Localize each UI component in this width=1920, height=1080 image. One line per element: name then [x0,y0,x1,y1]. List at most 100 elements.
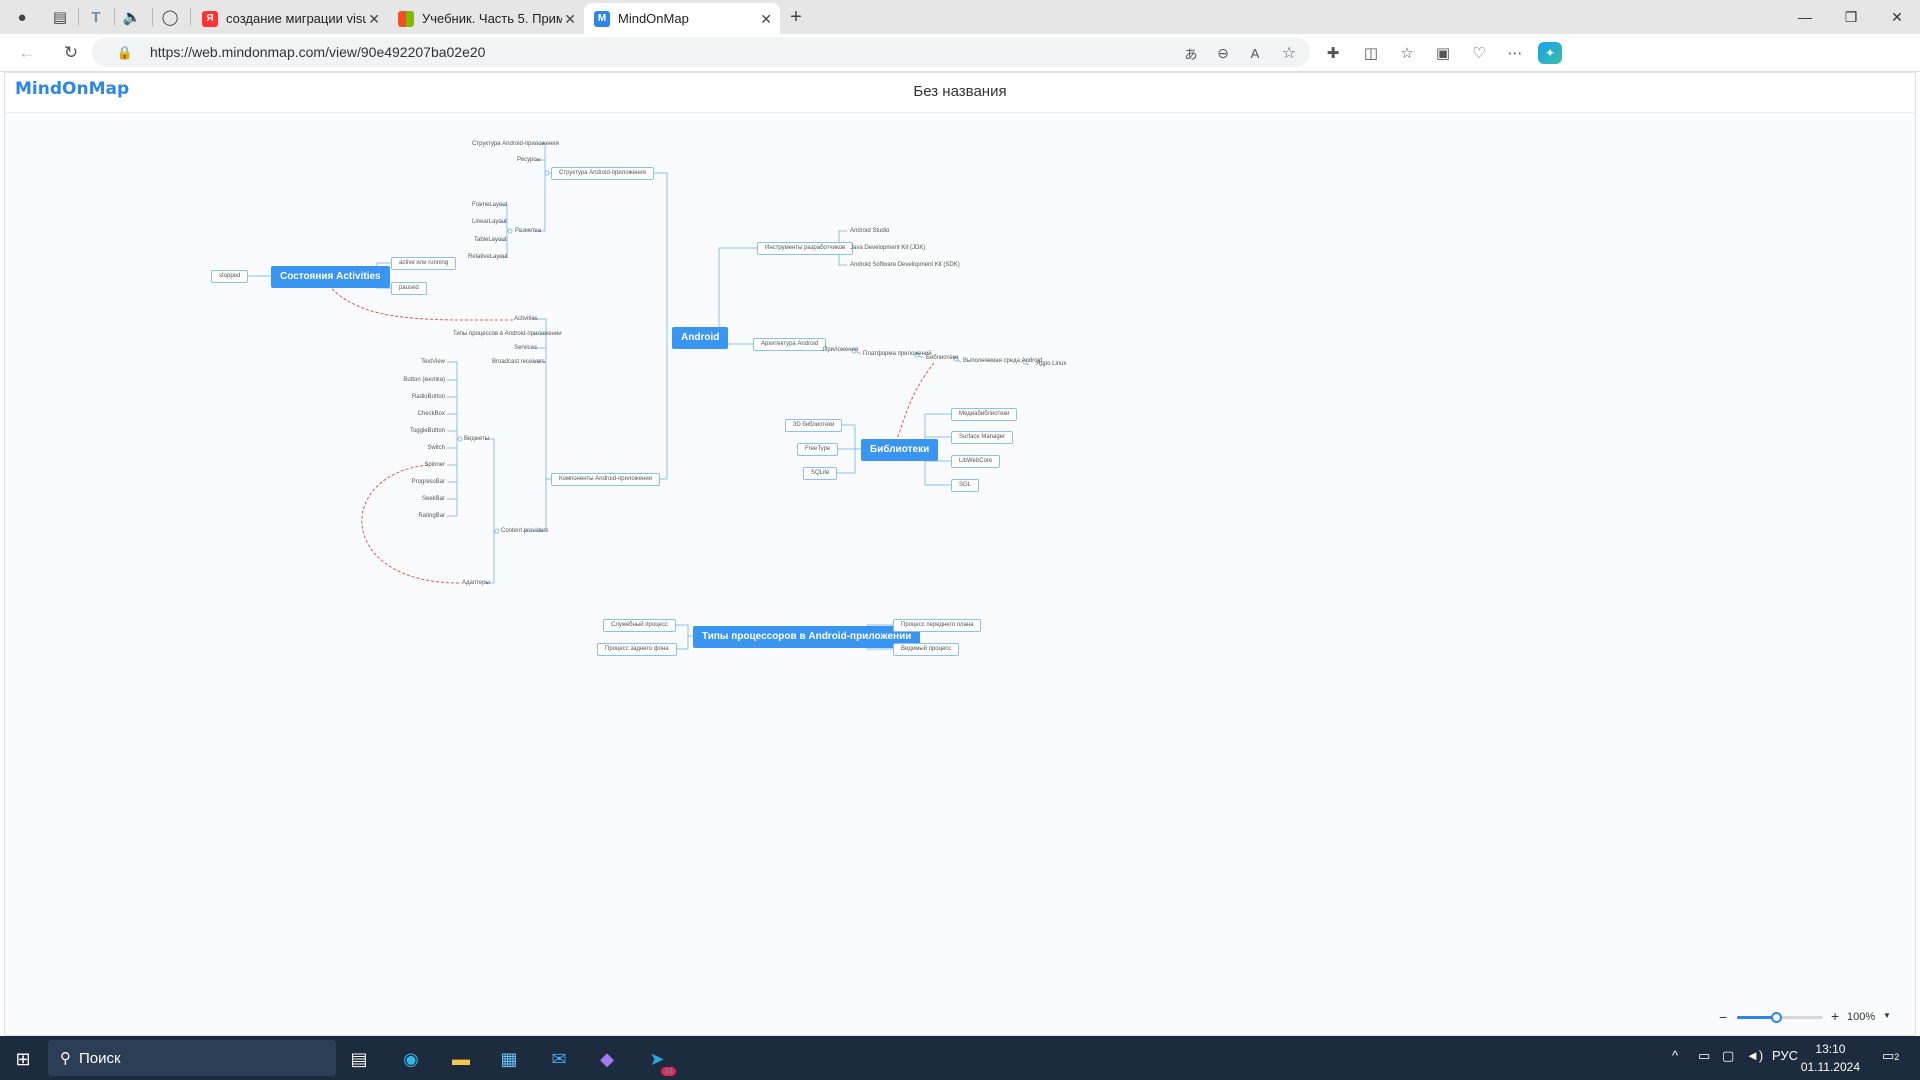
node-components[interactable]: Компоненты Android-приложения [551,473,660,486]
node-jdk[interactable]: Java Development Kit (JDK) [850,243,925,253]
node-structure[interactable]: Структура Android-приложения [551,167,654,180]
node-widgets[interactable]: Виджеты [464,434,489,444]
node-process-types[interactable]: Типы процессоров в Android-приложении [693,626,921,648]
notification-icon[interactable]: ▭2 [1882,1048,1899,1064]
node-lib-freetype[interactable]: FreeType [797,443,839,456]
zoom-in-button[interactable]: + [1831,1008,1839,1024]
node-sdk[interactable]: Android Software Development Kit (SDK) [850,260,960,270]
node-table-layout[interactable]: TableLayout [474,235,506,245]
windows-start-icon[interactable]: ⊞ [8,1044,38,1074]
speaker-icon[interactable]: 🔈 [120,5,144,29]
node-arch-kernel[interactable]: Ядро Linux [1036,359,1067,369]
pinned-tab-t-icon[interactable]: T [84,5,108,29]
node-layouts[interactable]: Разметка [515,226,541,236]
camera-icon[interactable]: ▭ [1698,1048,1710,1064]
node-widget-item[interactable]: SeekBar [422,494,445,504]
node-widget-item[interactable]: Switch [427,443,445,453]
node-relative-layout[interactable]: RelativeLayout [468,252,508,262]
node-adapters[interactable]: Адаптеры [462,578,490,588]
collections-icon[interactable]: ▣ [1430,41,1456,65]
lock-icon[interactable]: 🔒 [112,41,138,65]
node-stopped[interactable]: stopped [211,270,249,283]
node-linear-layout[interactable]: LinearLayout [472,217,507,227]
mindmap-canvas[interactable]: Android Состояния Activities Библиотеки … [5,113,1915,1035]
close-icon[interactable]: ✕ [760,11,772,28]
node-active[interactable]: active или running [391,257,457,270]
zoom-out-button[interactable]: − [1719,1009,1727,1025]
visual-studio-icon[interactable]: ◆ [592,1044,622,1074]
zoom-slider-track[interactable] [1737,1012,1823,1023]
profile-icon[interactable]: ● [10,5,34,29]
edge-icon[interactable]: ◉ [396,1044,426,1074]
clock[interactable]: 13:10 01.11.2024 [1801,1040,1860,1076]
node-lib-media[interactable]: Медиабиблиотеки [951,408,1018,421]
node-widget-item[interactable]: RadioButton [412,392,445,402]
translate-icon[interactable]: あ [1178,41,1204,65]
volume-icon[interactable]: ◄) [1746,1048,1763,1063]
node-activities[interactable]: Activities [514,314,538,324]
file-explorer-icon[interactable]: ▬ [446,1044,476,1074]
node-widget-item[interactable]: ProgressBar [412,477,445,487]
node-arch-runtime[interactable]: Выполняемая среда Android [963,356,1042,366]
browser-essentials-icon[interactable]: ♡ [1466,41,1492,65]
node-lib-sgl[interactable]: SGL [951,479,980,492]
node-widget-item[interactable]: RatingBar [418,511,445,521]
node-lib-webcore[interactable]: LibWebCore [951,455,1001,468]
read-aloud-icon[interactable]: A [1242,41,1268,65]
tray-chevron-icon[interactable]: ^ [1672,1048,1678,1063]
zoom-slider-handle[interactable] [1771,1012,1783,1023]
close-icon[interactable]: ✕ [368,11,380,28]
tab-mindonmap[interactable]: M MindOnMap ✕ [584,3,780,34]
node-android-studio[interactable]: Android Studio [850,226,889,236]
node-lib-sqlite[interactable]: SQLite [803,467,838,480]
task-view-icon[interactable]: ▤ [344,1044,374,1074]
close-window-icon[interactable]: ✕ [1874,0,1920,34]
node-proc-visible[interactable]: Видимый процесс [893,643,960,656]
taskbar-search[interactable]: ⚲ Поиск [48,1040,336,1076]
extensions-icon[interactable]: ✚ [1320,41,1346,65]
copilot-icon[interactable]: ✦ [1538,42,1562,64]
zoom-out-icon[interactable]: ⊖ [1210,41,1236,65]
node-architecture[interactable]: Архитектура Android [753,338,827,351]
node-frame-layout[interactable]: FrameLayout [472,200,507,210]
node-widget-item[interactable]: Spinner [424,460,445,470]
restore-icon[interactable]: ❐ [1828,0,1874,34]
url-text[interactable]: https://web.mindonmap.com/view/90e492207… [150,44,485,60]
zoom-level[interactable]: 100% [1847,1011,1875,1023]
node-process-types-sub[interactable]: Типы процессов в Android-приложении [453,329,562,339]
node-lib-3d[interactable]: 3D библиотеки [785,419,843,432]
network-icon[interactable]: ▢ [1722,1048,1734,1064]
node-structure-sub[interactable]: Структура Android-приложения [472,139,559,149]
minimize-icon[interactable]: — [1782,0,1828,34]
back-icon[interactable]: ← [14,41,40,65]
node-widget-item[interactable]: TextView [421,357,445,367]
favorite-star-icon[interactable]: ☆ [1276,41,1302,65]
split-screen-icon[interactable]: ◫ [1358,41,1384,65]
telegram-icon[interactable]: ➤ 34 [642,1044,676,1076]
node-resources[interactable]: Ресурсы [517,155,541,165]
node-services[interactable]: Services [514,343,537,353]
mail-icon[interactable]: ✉ [544,1044,574,1074]
node-proc-foreground[interactable]: Процесс переднего плана [893,619,982,632]
favorites-icon[interactable]: ☆ [1394,41,1420,65]
chevron-down-icon[interactable]: ▼ [1883,1011,1891,1020]
node-libraries[interactable]: Библиотеки [861,439,939,461]
node-broadcast[interactable]: Broadcast receivers [492,357,545,367]
node-dev-tools[interactable]: Инструменты разработчиков [757,242,854,255]
more-menu-icon[interactable]: ⋯ [1502,41,1528,65]
tab-yandex[interactable]: Я создание миграции visual studio ✕ [192,3,388,34]
node-lib-surface[interactable]: Surface Manager [951,431,1014,444]
new-tab-icon[interactable]: + [784,5,808,29]
node-proc-background[interactable]: Процесс заднего фона [597,643,677,656]
language-indicator[interactable]: РУС [1772,1048,1798,1063]
node-arch-framework[interactable]: Платформа приложений [863,349,932,359]
node-content-providers[interactable]: Content providers [501,526,548,536]
node-widget-item[interactable]: Button (кнопка) [403,375,445,385]
node-widget-item[interactable]: ToggleButton [410,426,445,436]
node-arch-libs[interactable]: Библиотеки [926,353,959,363]
close-icon[interactable]: ✕ [564,11,576,28]
node-activity-states[interactable]: Состояния Activities [271,266,390,288]
node-paused[interactable]: paused [391,282,427,295]
store-icon[interactable]: ▦ [494,1044,524,1074]
node-widget-item[interactable]: CheckBox [418,409,445,419]
